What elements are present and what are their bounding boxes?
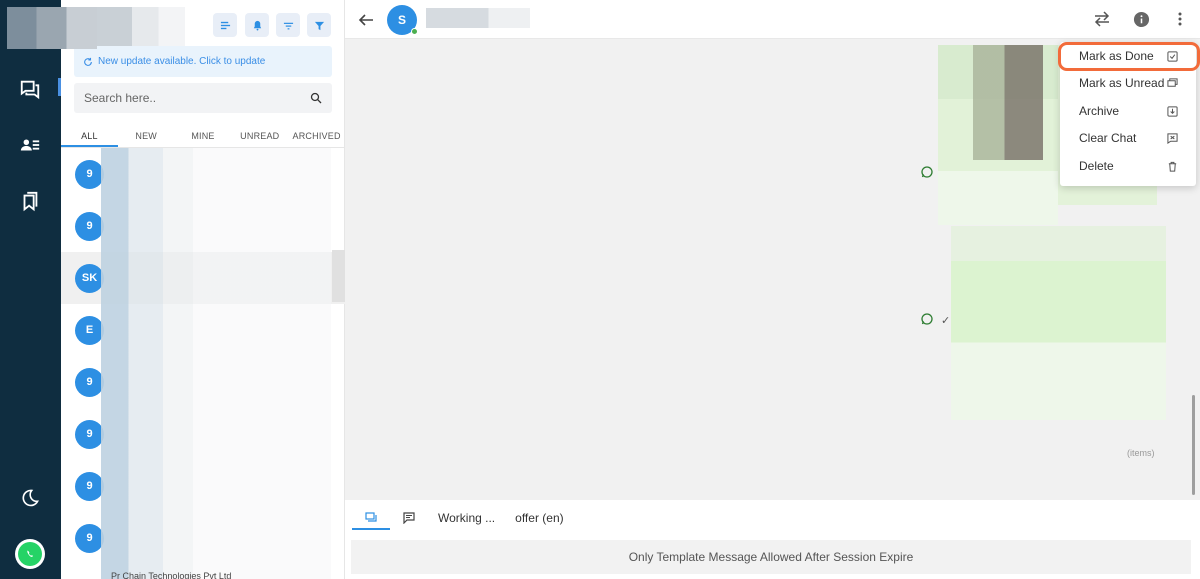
app-root: New update available. Click to update AL… — [0, 0, 1200, 579]
list-item[interactable]: 9 — [61, 200, 345, 252]
message-items-label: (items) — [1127, 448, 1155, 458]
brand-logo-extension — [97, 7, 185, 49]
menu-item-label: Clear Chat — [1079, 131, 1137, 146]
avatar: 9 — [75, 367, 104, 397]
avatar: 9 — [75, 523, 104, 553]
bookmarks-icon[interactable] — [18, 190, 42, 214]
chat-options-menu: Mark as Done Mark as Unread Archive Clea… — [1060, 42, 1196, 186]
moon-icon[interactable] — [18, 486, 42, 510]
search-icon[interactable] — [310, 92, 322, 104]
search-input[interactable] — [84, 91, 310, 105]
redacted-contact-name — [426, 8, 530, 28]
trash-icon — [1166, 160, 1178, 172]
session-expired-note: Only Template Message Allowed After Sess… — [351, 540, 1191, 574]
whatsapp-icon — [921, 166, 933, 178]
filter-lines-icon[interactable] — [276, 13, 300, 37]
tab-new[interactable]: NEW — [118, 126, 175, 147]
list-scrollbar[interactable] — [332, 250, 345, 302]
sort-icon[interactable] — [213, 13, 237, 37]
chat-icon[interactable] — [18, 77, 42, 101]
avatar: 9 — [75, 211, 104, 241]
conversation-list-panel: New update available. Click to update AL… — [61, 0, 345, 579]
search-box — [74, 83, 332, 113]
conversation-list: 9 9 SK E 9 9 9 9 — [61, 148, 345, 579]
list-item[interactable]: 9 — [61, 356, 345, 408]
sent-check-icon: ✓ — [941, 315, 951, 327]
check-box-icon — [1166, 50, 1178, 62]
list-item[interactable]: 9 — [61, 460, 345, 512]
composer-tabs: Working ... offer (en) — [352, 506, 574, 530]
list-item[interactable]: E — [61, 304, 345, 356]
mark-as-done-item[interactable]: Mark as Done — [1060, 42, 1196, 70]
composer: Working ... offer (en) Only Template Mes… — [345, 500, 1200, 579]
message-tab-icon[interactable] — [390, 506, 428, 530]
avatar: E — [75, 315, 104, 345]
left-rail — [0, 0, 61, 579]
tab-all[interactable]: ALL — [61, 126, 118, 147]
archive-icon — [1166, 105, 1178, 117]
bell-icon[interactable] — [245, 13, 269, 37]
redacted-message-bubble — [951, 226, 1166, 420]
funnel-icon[interactable] — [307, 13, 331, 37]
redacted-message-image — [973, 45, 1043, 160]
info-icon[interactable] — [1130, 8, 1152, 30]
menu-item-label: Archive — [1079, 103, 1120, 118]
unread-chat-icon — [1166, 78, 1178, 90]
back-arrow-icon[interactable] — [355, 9, 377, 31]
chat-header: S — [345, 0, 1200, 39]
conversation-tabs: ALL NEW MINE UNREAD ARCHIVED — [61, 126, 345, 148]
archive-item[interactable]: Archive — [1060, 97, 1196, 125]
avatar: SK — [75, 263, 104, 293]
tab-unread[interactable]: UNREAD — [231, 126, 288, 147]
tab-archived[interactable]: ARCHIVED — [288, 126, 345, 147]
list-item[interactable]: 9 — [61, 148, 345, 200]
avatar: 9 — [75, 471, 104, 501]
tab-mine[interactable]: MINE — [175, 126, 232, 147]
menu-item-label: Delete — [1079, 158, 1114, 173]
more-vert-icon[interactable] — [1169, 8, 1191, 30]
update-banner-text: New update available. Click to update — [98, 56, 266, 67]
list-item[interactable]: SK — [61, 252, 345, 304]
chat-scrollbar[interactable] — [1192, 395, 1195, 495]
partial-list-item-text: Pr Chain Technologies Pvt Ltd — [111, 571, 232, 579]
menu-item-label: Mark as Done — [1079, 48, 1154, 63]
template-offer-tab[interactable]: offer (en) — [505, 506, 573, 530]
menu-item-label: Mark as Unread — [1079, 76, 1165, 91]
whatsapp-icon — [921, 313, 933, 325]
mark-as-unread-item[interactable]: Mark as Unread — [1060, 70, 1196, 98]
list-item[interactable]: 9 — [61, 512, 345, 564]
avatar: 9 — [75, 419, 104, 449]
brand-logo — [7, 7, 97, 49]
clear-chat-item[interactable]: Clear Chat — [1060, 125, 1196, 153]
template-tab-icon[interactable] — [352, 506, 390, 530]
whatsapp-icon[interactable] — [15, 539, 45, 569]
template-working-tab[interactable]: Working ... — [428, 506, 505, 530]
swap-icon[interactable] — [1091, 8, 1113, 30]
contacts-icon[interactable] — [18, 133, 42, 157]
online-status-dot — [411, 28, 418, 35]
delete-item[interactable]: Delete — [1060, 152, 1196, 180]
update-banner[interactable]: New update available. Click to update — [74, 46, 332, 77]
refresh-icon — [84, 57, 92, 66]
list-item[interactable]: 9 — [61, 408, 345, 460]
clear-chat-icon — [1166, 133, 1178, 145]
avatar: 9 — [75, 159, 104, 189]
